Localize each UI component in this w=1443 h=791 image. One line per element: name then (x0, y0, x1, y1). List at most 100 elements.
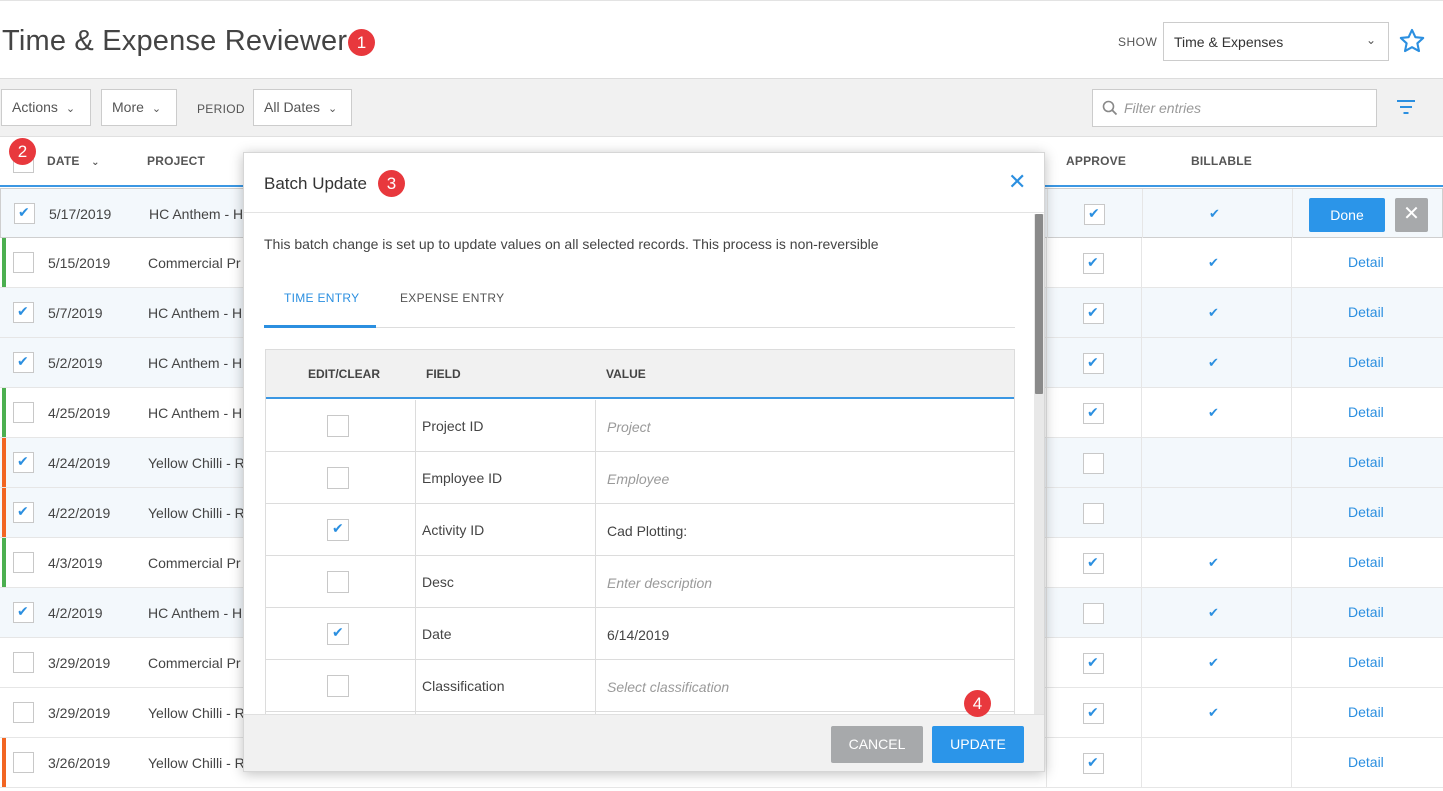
field-value-input[interactable]: Enter description (607, 575, 712, 591)
column-header-date[interactable]: DATE ⌄ (47, 154, 100, 168)
cancel-button[interactable]: CANCEL (831, 726, 923, 763)
detail-link[interactable]: Detail (1348, 254, 1384, 270)
period-dropdown[interactable]: All Dates ⌄ (253, 89, 352, 126)
row-select-checkbox[interactable] (14, 203, 35, 224)
column-divider (1046, 638, 1047, 687)
column-divider (1291, 288, 1292, 337)
approve-checkbox[interactable] (1083, 403, 1104, 424)
field-row: Employee ID Employee (266, 452, 1014, 504)
row-select-checkbox[interactable] (13, 502, 34, 523)
approve-checkbox[interactable] (1083, 753, 1104, 774)
detail-link[interactable]: Detail (1348, 504, 1384, 520)
dialog-scrollbar[interactable] (1034, 214, 1044, 714)
filter-icon[interactable] (1396, 98, 1416, 116)
detail-link[interactable]: Detail (1348, 354, 1384, 370)
column-divider (1046, 438, 1047, 487)
row-select-checkbox[interactable] (13, 652, 34, 673)
close-icon[interactable]: ✕ (1008, 171, 1026, 193)
update-button[interactable]: UPDATE (932, 726, 1024, 763)
detail-link[interactable]: Detail (1348, 704, 1384, 720)
show-select-value: Time & Expenses (1174, 34, 1284, 50)
scrollbar-thumb[interactable] (1035, 214, 1043, 394)
column-divider (1292, 189, 1293, 238)
column-divider (1141, 538, 1142, 587)
detail-link[interactable]: Detail (1348, 404, 1384, 420)
column-divider (1291, 338, 1292, 387)
row-select-checkbox[interactable] (13, 352, 34, 373)
period-value: All Dates (264, 99, 321, 115)
filter-placeholder: Filter entries (1124, 100, 1202, 116)
approve-checkbox[interactable] (1083, 603, 1104, 624)
approve-checkbox[interactable] (1083, 453, 1104, 474)
edit-clear-checkbox[interactable] (327, 571, 349, 593)
dialog-title: Batch Update (264, 174, 368, 193)
detail-link[interactable]: Detail (1348, 454, 1384, 470)
row-select-checkbox[interactable] (13, 252, 34, 273)
row-select-checkbox[interactable] (13, 702, 34, 723)
column-header-project[interactable]: PROJECT (147, 154, 205, 168)
billable-check-icon: ✔ (1208, 655, 1219, 670)
show-select[interactable]: Time & Expenses ⌄ (1163, 22, 1389, 61)
field-name: Employee ID (422, 470, 503, 486)
status-bar (2, 738, 6, 787)
close-icon[interactable]: ✕ (1395, 198, 1428, 232)
row-select-checkbox[interactable] (13, 752, 34, 773)
chevron-down-icon: ⌄ (151, 103, 162, 115)
row-select-checkbox[interactable] (13, 552, 34, 573)
detail-link[interactable]: Detail (1348, 654, 1384, 670)
approve-checkbox[interactable] (1083, 653, 1104, 674)
column-divider (1291, 538, 1292, 587)
detail-link[interactable]: Detail (1348, 304, 1384, 320)
approve-checkbox[interactable] (1083, 353, 1104, 374)
field-row: Activity ID Cad Plotting: (266, 504, 1014, 556)
column-header-approve[interactable]: APPROVE (1066, 154, 1126, 168)
column-divider (1046, 738, 1047, 787)
field-value-input[interactable]: Employee (607, 471, 669, 487)
tab-time-entry[interactable]: TIME ENTRY (264, 291, 376, 328)
edit-clear-checkbox[interactable] (327, 519, 349, 541)
dialog-body: This batch change is set up to update va… (244, 214, 1044, 714)
detail-link[interactable]: Detail (1348, 754, 1384, 770)
approve-checkbox[interactable] (1083, 503, 1104, 524)
edit-clear-checkbox[interactable] (327, 623, 349, 645)
column-divider (1141, 738, 1142, 787)
row-project: Yellow Chilli - R (148, 455, 245, 471)
tab-expense-entry[interactable]: EXPENSE ENTRY (400, 291, 504, 328)
column-divider (1141, 388, 1142, 437)
column-divider (595, 504, 596, 556)
field-value-input[interactable]: Project (607, 419, 651, 435)
row-select-checkbox[interactable] (13, 452, 34, 473)
detail-link[interactable]: Detail (1348, 604, 1384, 620)
dialog-info-text: This batch change is set up to update va… (264, 236, 879, 252)
column-divider (595, 452, 596, 504)
detail-link[interactable]: Detail (1348, 554, 1384, 570)
row-date: 5/17/2019 (49, 206, 112, 222)
column-header-billable[interactable]: BILLABLE (1191, 154, 1252, 168)
row-select-checkbox[interactable] (13, 302, 34, 323)
row-date: 4/25/2019 (48, 405, 111, 421)
edit-clear-checkbox[interactable] (327, 675, 349, 697)
row-date: 5/2/2019 (48, 355, 103, 371)
more-label: More (112, 99, 144, 115)
done-button[interactable]: Done (1309, 198, 1385, 232)
approve-checkbox[interactable] (1083, 253, 1104, 274)
column-divider (1046, 588, 1047, 637)
approve-checkbox[interactable] (1083, 553, 1104, 574)
star-icon[interactable] (1398, 27, 1426, 55)
field-value-input[interactable]: Select classification (607, 679, 729, 695)
approve-checkbox[interactable] (1083, 703, 1104, 724)
edit-clear-checkbox[interactable] (327, 467, 349, 489)
row-date: 5/7/2019 (48, 305, 103, 321)
actions-dropdown[interactable]: Actions ⌄ (1, 89, 91, 126)
approve-checkbox[interactable] (1084, 204, 1105, 225)
more-dropdown[interactable]: More ⌄ (101, 89, 177, 126)
column-divider (1291, 588, 1292, 637)
field-value-input[interactable]: Cad Plotting: (607, 523, 687, 539)
approve-checkbox[interactable] (1083, 303, 1104, 324)
filter-input[interactable]: Filter entries (1092, 89, 1377, 127)
billable-check-icon: ✔ (1209, 206, 1220, 221)
edit-clear-checkbox[interactable] (327, 415, 349, 437)
field-value-input[interactable]: 6/14/2019 (607, 627, 669, 643)
row-select-checkbox[interactable] (13, 402, 34, 423)
row-select-checkbox[interactable] (13, 602, 34, 623)
